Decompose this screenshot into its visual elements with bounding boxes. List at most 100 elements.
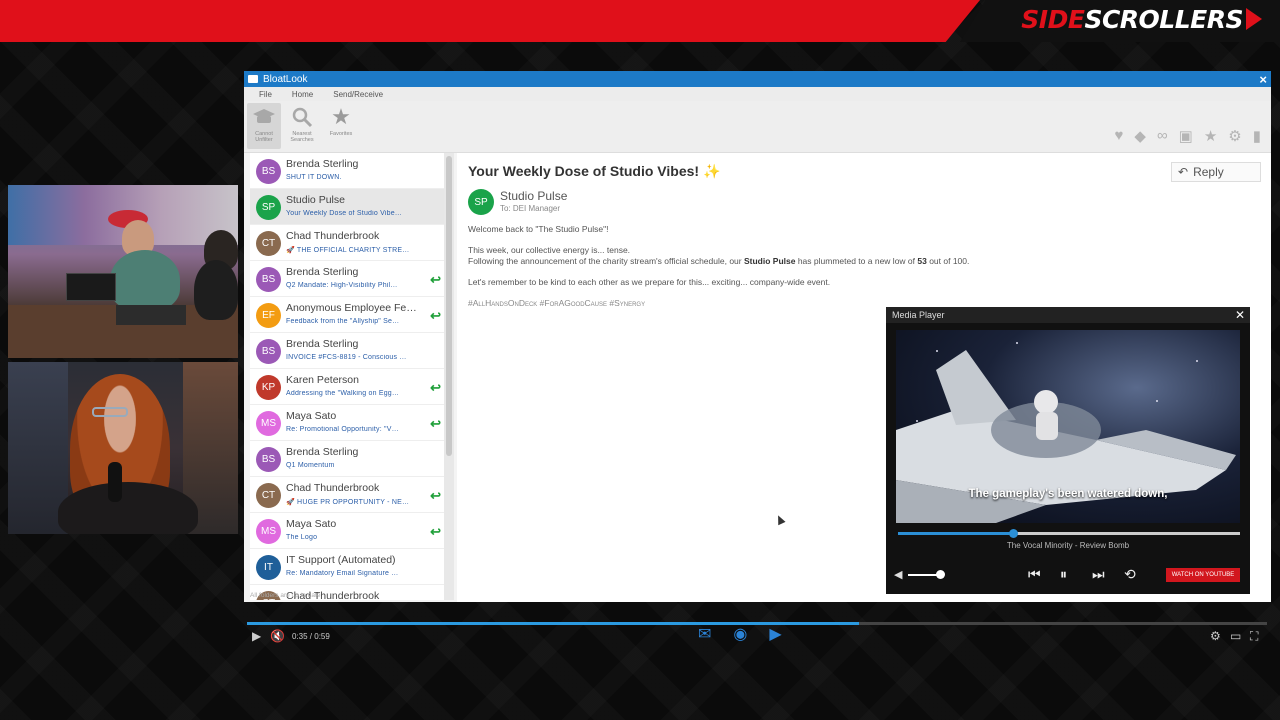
scrollbar-thumb[interactable] <box>446 156 452 456</box>
track-title: The Vocal Minority - Review Bomb <box>1006 541 1130 550</box>
volume-icon[interactable]: ◀ <box>894 568 902 581</box>
message-sender: Maya Sato <box>286 518 337 530</box>
message-item[interactable]: EF Anonymous Employee Fe… Feedback from … <box>250 297 444 333</box>
message-sender: Karen Peterson <box>286 374 359 386</box>
window-title: BloatLook <box>263 73 308 85</box>
message-sender: Brenda Sterling <box>286 266 359 278</box>
message-item[interactable]: IT IT Support (Automated) Re: Mandatory … <box>250 549 444 585</box>
watch-on-youtube-button[interactable]: WATCH ON YOUTUBE <box>1166 568 1240 582</box>
message-sender: Brenda Sterling <box>286 446 359 458</box>
body-paragraph: This week, our collective energy is... t… <box>468 245 970 266</box>
fullscreen-icon[interactable]: ⛶ <box>1250 629 1258 644</box>
previous-track-icon[interactable]: ⏮ <box>1028 566 1041 583</box>
message-subject: Q2 Mandate: High-Visibility Phil… <box>286 282 398 289</box>
next-track-icon[interactable]: ⏭ <box>1092 566 1105 583</box>
settings-icon[interactable]: ⚙ <box>1210 629 1221 643</box>
message-list-scrollbar[interactable] <box>444 153 454 600</box>
media-video[interactable]: The gameplay's been watered down, <box>896 330 1240 523</box>
message-subject: Re: Mandatory Email Signature … <box>286 570 399 577</box>
message-item-selected[interactable]: SP Studio Pulse Your Weekly Dose of Stud… <box>250 189 444 225</box>
media-player: Media Player ✕ The gameplay's been water… <box>886 307 1250 594</box>
stream-banner: SIDESCROLLERS <box>0 0 1280 42</box>
message-sender: Chad Thunderbrook <box>286 230 380 242</box>
nearest-searches-button[interactable]: Nearest Searches <box>285 103 319 149</box>
sender-name: Studio Pulse <box>500 189 568 203</box>
window-close-button[interactable]: × <box>1259 72 1267 87</box>
media-player-titlebar: Media Player ✕ <box>886 307 1250 323</box>
trash-icon[interactable]: ▮ <box>1253 127 1261 145</box>
message-item[interactable]: KP Karen Peterson Addressing the "Walkin… <box>250 369 444 405</box>
replied-icon: ↩ <box>430 488 441 503</box>
miniplayer-icon[interactable]: ▭ <box>1230 629 1241 643</box>
window-titlebar: BloatLook × <box>244 71 1271 87</box>
message-list: BS Brenda Sterling SHUT IT DOWN. SP Stud… <box>250 153 444 600</box>
avatar: BS <box>256 267 281 292</box>
email-subject: Your Weekly Dose of Studio Vibes! ✨ <box>468 163 721 179</box>
volume-knob[interactable] <box>936 570 946 579</box>
message-sender: Brenda Sterling <box>286 338 359 350</box>
banner-red-strip <box>0 0 980 42</box>
avatar: EF <box>256 303 281 328</box>
message-subject: Re: Promotional Opportunity: "V… <box>286 426 399 433</box>
message-item[interactable]: BS Brenda Sterling Q1 Momentum <box>250 441 444 477</box>
logo-arrow-icon <box>1246 8 1262 30</box>
greeting: Welcome back to "The Studio Pulse"! <box>468 224 609 234</box>
media-close-button[interactable]: ✕ <box>1235 308 1245 322</box>
message-subject: 🚀 HUGE PR OPPORTUNITY - NE… <box>286 499 410 506</box>
repeat-icon[interactable]: ⟲ <box>1124 566 1136 583</box>
message-sender: Studio Pulse <box>286 194 345 206</box>
mail-icon[interactable]: ✉ <box>698 624 711 644</box>
bookmark-icon[interactable]: ▣ <box>1179 127 1193 145</box>
menu-file[interactable]: File <box>259 90 272 99</box>
mortarboard-icon <box>247 103 281 131</box>
heart-icon[interactable]: ♥ <box>1114 127 1123 145</box>
avatar: CT <box>256 231 281 256</box>
stream-time: 0:35 / 0:59 <box>292 632 330 641</box>
cannot-unfilter-button[interactable]: Cannot Unfilter <box>247 103 281 149</box>
message-item[interactable]: MS Maya Sato Re: Promotional Opportunity… <box>250 405 444 441</box>
tag-icon[interactable]: ◆ <box>1134 127 1146 145</box>
stream-video-controls: ▶ 🔇 0:35 / 0:59 ✉ ◉ ▶ ⚙ ▭ ⛶ <box>244 616 1271 650</box>
volume-mute-icon[interactable]: 🔇 <box>270 629 285 643</box>
message-item[interactable]: MS Maya Sato The Logo ↩ <box>250 513 444 549</box>
media-progress-bar[interactable] <box>898 529 1240 538</box>
message-item[interactable]: BS Brenda Sterling INVOICE #FCS-8819 - C… <box>250 333 444 369</box>
avatar: BS <box>256 339 281 364</box>
message-subject: Addressing the "Walking on Egg… <box>286 390 400 397</box>
message-item[interactable]: BS Brenda Sterling SHUT IT DOWN. <box>250 153 444 189</box>
menu-send-receive[interactable]: Send/Receive <box>333 90 383 99</box>
sender-avatar: SP <box>468 189 494 215</box>
star-icon[interactable]: ★ <box>1204 127 1217 145</box>
replied-icon: ↩ <box>430 524 441 539</box>
reply-icon: ↶ <box>1178 165 1189 179</box>
message-sender: Brenda Sterling <box>286 158 359 170</box>
message-sender: IT Support (Automated) <box>286 554 396 566</box>
pause-icon[interactable]: ⏸ <box>1060 566 1067 583</box>
menu-bar: File Home Send/Receive <box>244 87 1271 101</box>
replied-icon: ↩ <box>430 380 441 395</box>
link-icon[interactable]: ∞ <box>1157 127 1168 145</box>
message-subject: SHUT IT DOWN. <box>286 174 342 181</box>
media-progress-fill <box>898 532 1015 535</box>
avatar: BS <box>256 159 281 184</box>
media-progress-knob[interactable] <box>1009 529 1019 538</box>
message-item[interactable]: BS Brenda Sterling Q2 Mandate: High-Visi… <box>250 261 444 297</box>
avatar: CT <box>256 483 281 508</box>
message-item[interactable]: CT Chad Thunderbrook 🚀 HUGE PR OPPORTUNI… <box>250 477 444 513</box>
avatar: IT <box>256 555 281 580</box>
play-circle-icon[interactable]: ▶ <box>769 624 781 644</box>
message-sender: Maya Sato <box>286 410 337 422</box>
media-controls: ◀ ⏮ ⏸ ⏭ ⟲ WATCH ON YOUTUBE <box>886 565 1250 585</box>
favorites-button[interactable]: ★ Favorites <box>324 103 358 149</box>
replied-icon: ↩ <box>430 272 441 287</box>
menu-home[interactable]: Home <box>292 90 313 99</box>
sidescrollers-logo: SIDESCROLLERS <box>1021 5 1262 34</box>
play-icon[interactable]: ▶ <box>252 629 261 643</box>
eye-icon[interactable]: ◉ <box>733 624 747 644</box>
message-action-icons: ♥ ◆ ∞ ▣ ★ ⚙ ▮ <box>1114 127 1261 145</box>
reply-button[interactable]: ↶ Reply <box>1171 162 1261 182</box>
avatar: KP <box>256 375 281 400</box>
email-body: Welcome back to "The Studio Pulse"! This… <box>468 224 1208 319</box>
settings-icon[interactable]: ⚙ <box>1228 127 1241 145</box>
message-item[interactable]: CT Chad Thunderbrook 🚀 THE OFFICIAL CHAR… <box>250 225 444 261</box>
